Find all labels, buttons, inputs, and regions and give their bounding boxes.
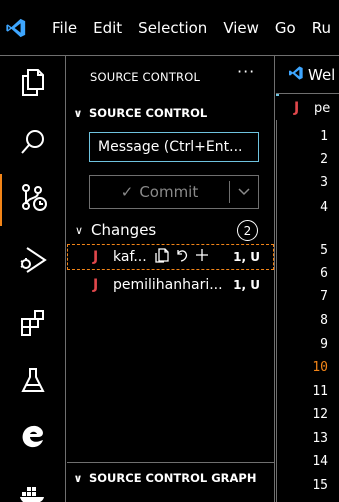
discard-changes-icon[interactable] bbox=[175, 248, 189, 266]
extensions-button[interactable] bbox=[0, 298, 66, 350]
menu-bar: File Edit Selection View Go Ru bbox=[0, 0, 339, 56]
section-label: SOURCE CONTROL bbox=[89, 106, 208, 120]
open-file-icon[interactable] bbox=[155, 247, 169, 267]
breadcrumb[interactable]: J pe bbox=[276, 96, 339, 120]
line-number: 3 bbox=[320, 175, 328, 190]
sidebar-title: SOURCE CONTROL bbox=[90, 70, 201, 84]
graph-label: SOURCE CONTROL GRAPH bbox=[89, 471, 257, 485]
vscode-logo-icon bbox=[288, 65, 304, 85]
line-number: 8 bbox=[320, 313, 328, 328]
java-file-icon: J bbox=[294, 100, 300, 116]
line-number: 12 bbox=[312, 407, 328, 422]
changes-label: Changes bbox=[91, 221, 157, 239]
java-file-icon: J bbox=[93, 277, 99, 293]
file-status: 1, U bbox=[233, 250, 260, 264]
changed-file-row[interactable]: J pemilihanhari... 1, U bbox=[67, 272, 274, 298]
explorer-button[interactable] bbox=[0, 58, 66, 110]
commit-dropdown-button[interactable] bbox=[230, 176, 258, 208]
menu-view[interactable]: View bbox=[215, 0, 267, 56]
source-control-section-header[interactable]: ∨ SOURCE CONTROL bbox=[67, 101, 274, 125]
testing-button[interactable] bbox=[0, 356, 66, 408]
commit-button[interactable]: ✓ Commit bbox=[89, 175, 259, 209]
java-file-icon: J bbox=[93, 249, 99, 265]
extensions-icon bbox=[19, 308, 47, 340]
docker-button[interactable] bbox=[0, 468, 66, 502]
search-icon bbox=[19, 128, 47, 160]
line-number: 11 bbox=[312, 384, 328, 399]
line-number: 4 bbox=[320, 200, 328, 215]
run-debug-button[interactable] bbox=[0, 236, 66, 288]
docker-icon bbox=[18, 480, 48, 502]
menu-run[interactable]: Ru bbox=[304, 0, 339, 56]
file-status: 1, U bbox=[233, 278, 260, 292]
source-control-button[interactable] bbox=[0, 174, 66, 226]
line-number: 14 bbox=[312, 454, 328, 469]
chevron-down-icon bbox=[238, 188, 250, 196]
chevron-down-icon: ∨ bbox=[75, 223, 84, 237]
source-control-sidebar: SOURCE CONTROL ··· ∨ SOURCE CONTROL ✓ Co… bbox=[67, 56, 275, 502]
line-number: 15 bbox=[312, 478, 328, 493]
edge-icon bbox=[19, 422, 47, 454]
vscode-logo-icon bbox=[0, 0, 32, 56]
line-number: 5 bbox=[320, 243, 328, 258]
line-number: 13 bbox=[312, 431, 328, 446]
menu-edit[interactable]: Edit bbox=[85, 0, 130, 56]
more-actions-button[interactable]: ··· bbox=[237, 62, 255, 81]
source-control-graph-header[interactable]: ∨ SOURCE CONTROL GRAPH bbox=[67, 464, 274, 492]
flask-icon bbox=[20, 366, 46, 398]
search-button[interactable] bbox=[0, 118, 66, 170]
commit-message-input[interactable] bbox=[89, 132, 259, 162]
edge-devtools-button[interactable] bbox=[0, 412, 66, 464]
source-control-icon bbox=[18, 182, 50, 218]
editor-area: Wel J pe 1 2 3 4 5 6 7 8 9 10 11 12 13 1… bbox=[276, 56, 339, 502]
line-number: 2 bbox=[320, 152, 328, 167]
tab-welcome[interactable]: Wel bbox=[276, 56, 339, 94]
run-debug-icon bbox=[17, 244, 49, 280]
line-number: 6 bbox=[320, 266, 328, 281]
changed-file-row[interactable]: J kaf... 1, U bbox=[67, 244, 274, 270]
line-number: 1 bbox=[320, 129, 328, 144]
activity-bar bbox=[0, 56, 66, 502]
commit-label: Commit bbox=[139, 183, 199, 201]
line-number: 7 bbox=[320, 289, 328, 304]
file-name: kaf... bbox=[113, 249, 147, 265]
chevron-down-icon: ∨ bbox=[73, 471, 83, 485]
changes-count-badge: 2 bbox=[237, 220, 258, 241]
file-name: pemilihanhari... bbox=[113, 277, 223, 293]
menu-file[interactable]: File bbox=[32, 0, 85, 56]
breadcrumb-file: pe bbox=[314, 100, 331, 116]
line-number: 9 bbox=[320, 337, 328, 352]
stage-changes-icon[interactable] bbox=[195, 248, 209, 266]
line-number-current: 10 bbox=[312, 360, 328, 375]
menu-selection[interactable]: Selection bbox=[130, 0, 215, 56]
chevron-down-icon: ∨ bbox=[73, 106, 83, 120]
files-icon bbox=[19, 67, 47, 101]
menu-go[interactable]: Go bbox=[267, 0, 304, 56]
tab-label: Wel bbox=[308, 65, 336, 84]
check-icon: ✓ bbox=[120, 183, 134, 201]
divider bbox=[67, 462, 274, 463]
